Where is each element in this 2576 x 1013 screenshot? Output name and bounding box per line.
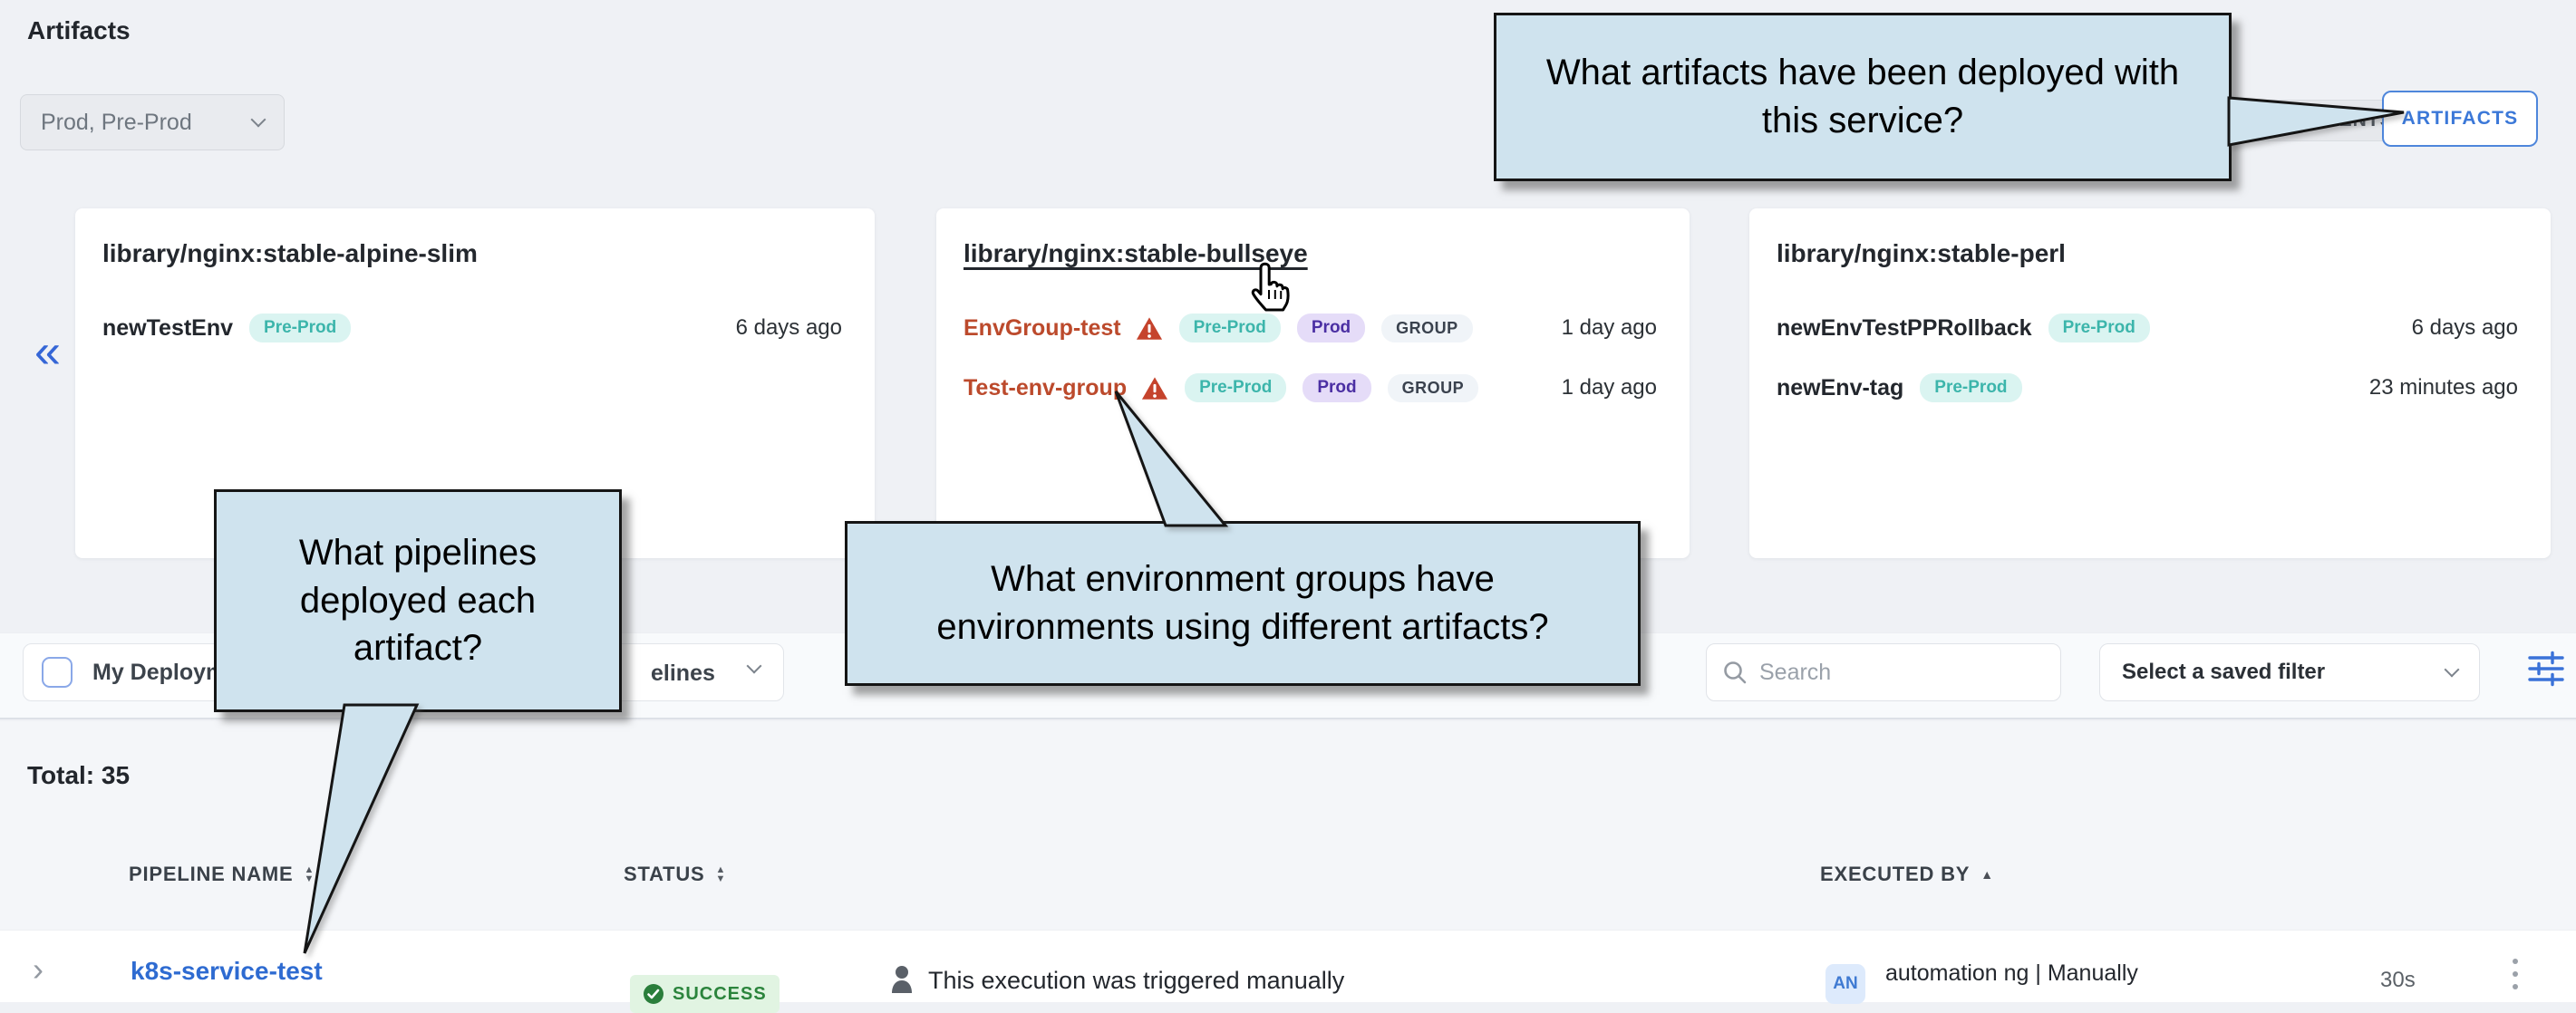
preprod-badge: Pre-Prod bbox=[249, 314, 351, 342]
column-header-pipeline-name[interactable]: PIPELINE NAME ▲▼ bbox=[129, 863, 315, 886]
deploy-time: 6 days ago bbox=[736, 315, 842, 341]
deploy-time: 23 minutes ago bbox=[2369, 375, 2518, 400]
environment-row: newEnvTestPPRollback Pre-Prod 6 days ago bbox=[1777, 308, 2518, 348]
page-title: Artifacts bbox=[27, 16, 131, 45]
row-expander-icon[interactable]: › bbox=[33, 953, 44, 986]
column-label: EXECUTED BY bbox=[1820, 863, 1970, 886]
preprod-badge: Pre-Prod bbox=[1920, 373, 2021, 402]
tab-environments[interactable]: ENVIRONMENTS bbox=[2227, 110, 2396, 131]
row-menu-icon[interactable] bbox=[2513, 959, 2518, 989]
environment-row: newEnv-tag Pre-Prod 23 minutes ago bbox=[1777, 368, 2518, 408]
executed-by-text: automation ng | Manually bbox=[1885, 960, 2138, 987]
pipeline-name-link[interactable]: k8s-service-test bbox=[131, 957, 323, 986]
status-badge: SUCCESS bbox=[630, 975, 780, 1013]
column-header-executed-by[interactable]: EXECUTED BY ▲ bbox=[1820, 863, 1994, 886]
deploy-time: 1 day ago bbox=[1562, 375, 1657, 400]
environment-name[interactable]: newEnv-tag bbox=[1777, 375, 1903, 401]
callout-envgroups-question: What environment groups have environment… bbox=[845, 521, 1641, 686]
group-badge: GROUP bbox=[1388, 374, 1479, 402]
artifact-title: library/nginx:stable-alpine-slim bbox=[102, 239, 478, 268]
prod-badge: Prod bbox=[1303, 373, 1370, 402]
group-badge: GROUP bbox=[1381, 314, 1473, 342]
deploy-time: 1 day ago bbox=[1562, 315, 1657, 341]
column-label: STATUS bbox=[624, 863, 705, 886]
total-count: Total: 35 bbox=[27, 761, 130, 790]
warning-icon bbox=[1136, 316, 1163, 341]
collapse-panel-icon[interactable]: « bbox=[34, 328, 61, 375]
artifact-title-link[interactable]: library/nginx:stable-bullseye bbox=[964, 239, 1308, 268]
sort-icon[interactable]: ▲▼ bbox=[305, 865, 315, 883]
success-check-icon bbox=[643, 983, 664, 1005]
environment-row: Test-env-group Pre-Prod Prod GROUP 1 day… bbox=[964, 368, 1657, 408]
environment-type-value: Prod, Pre-Prod bbox=[41, 110, 192, 136]
status-label: SUCCESS bbox=[673, 984, 767, 1005]
filter-settings-icon[interactable] bbox=[2527, 651, 2565, 687]
artifact-title: library/nginx:stable-perl bbox=[1777, 239, 2066, 268]
my-deployments-checkbox[interactable] bbox=[42, 657, 73, 688]
chevron-down-icon[interactable] bbox=[747, 659, 762, 674]
execution-duration: 30s bbox=[2380, 968, 2416, 993]
preprod-badge: Pre-Prod bbox=[1185, 373, 1286, 402]
pipelines-dropdown-label: elines bbox=[651, 661, 715, 687]
sort-ascending-icon[interactable]: ▲ bbox=[1980, 867, 1994, 882]
search-input[interactable] bbox=[1759, 660, 2031, 686]
environment-name[interactable]: Test-env-group bbox=[964, 375, 1127, 401]
environment-row: newTestEnv Pre-Prod 6 days ago bbox=[102, 308, 842, 348]
environment-row: EnvGroup-test Pre-Prod Prod GROUP 1 day … bbox=[964, 308, 1657, 348]
trigger-text: This execution was triggered manually bbox=[928, 967, 1344, 995]
avatar: AN bbox=[1825, 964, 1865, 1004]
environment-name[interactable]: newTestEnv bbox=[102, 315, 233, 342]
search-box bbox=[1706, 643, 2061, 701]
chevron-down-icon bbox=[2445, 662, 2460, 678]
preprod-badge: Pre-Prod bbox=[1179, 314, 1281, 342]
trigger-info: This execution was triggered manually bbox=[888, 964, 1344, 997]
sort-icon[interactable]: ▲▼ bbox=[716, 865, 727, 883]
saved-filter-dropdown[interactable]: Select a saved filter bbox=[2099, 643, 2480, 701]
environment-name[interactable]: EnvGroup-test bbox=[964, 315, 1121, 342]
environment-name[interactable]: newEnvTestPPRollback bbox=[1777, 315, 2032, 342]
tab-artifacts[interactable]: ARTIFACTS bbox=[2382, 91, 2538, 147]
artifact-card: library/nginx:stable-bullseye EnvGroup-t… bbox=[936, 208, 1690, 558]
preprod-badge: Pre-Prod bbox=[2048, 314, 2150, 342]
artifact-card: library/nginx:stable-perl newEnvTestPPRo… bbox=[1749, 208, 2551, 558]
warning-icon bbox=[1141, 376, 1168, 400]
user-icon bbox=[888, 964, 915, 997]
saved-filter-placeholder: Select a saved filter bbox=[2122, 660, 2325, 685]
environment-type-dropdown[interactable]: Prod, Pre-Prod bbox=[20, 94, 285, 150]
callout-artifacts-question: What artifacts have been deployed with t… bbox=[1494, 13, 2232, 181]
column-header-status[interactable]: STATUS ▲▼ bbox=[624, 863, 726, 886]
callout-pipelines-question: What pipelines deployed each artifact? bbox=[214, 489, 622, 712]
column-label: PIPELINE NAME bbox=[129, 863, 294, 886]
prod-badge: Prod bbox=[1297, 314, 1365, 342]
deploy-time: 6 days ago bbox=[2412, 315, 2518, 341]
search-icon bbox=[1721, 659, 1748, 686]
chevron-down-icon bbox=[251, 112, 266, 128]
